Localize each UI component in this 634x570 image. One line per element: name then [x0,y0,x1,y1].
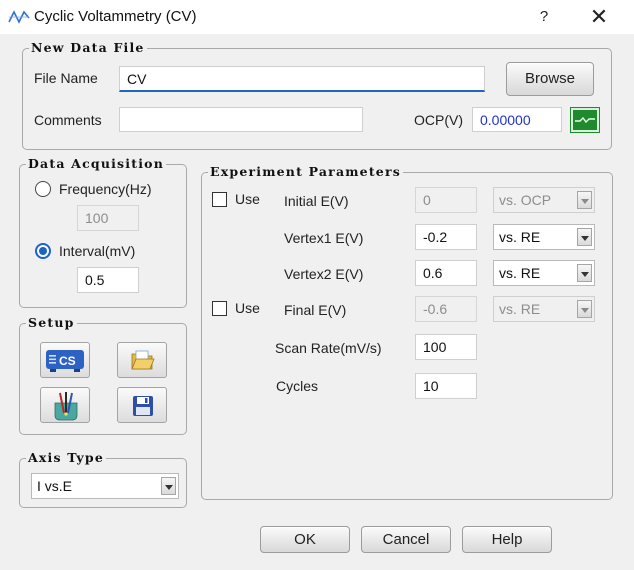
title-bar: Cyclic Voltammetry (CV) ? ✕ [0,0,634,34]
data-acquisition-group: Data Acquisition Frequency(Hz) Interval(… [19,156,187,308]
comments-input[interactable] [119,107,363,132]
vertex1-ref-select[interactable]: vs. RE [493,224,595,250]
vertex1-label: Vertex1 E(V) [284,230,364,246]
final-e-ref-select[interactable]: vs. RE [493,296,595,322]
initial-e-input[interactable] [415,187,477,213]
initial-e-use-checkbox[interactable] [212,192,227,207]
initial-e-use-label: Use [235,191,260,207]
axis-type-legend: Axis Type [26,450,106,466]
chevron-down-icon [577,228,592,246]
cs-device-button[interactable]: CS [40,342,90,378]
vertex1-ref-value: vs. RE [499,229,541,245]
browse-button[interactable]: Browse [506,62,594,96]
save-disk-icon [133,396,153,416]
setup-legend: Setup [26,315,77,331]
experiment-parameters-legend: Experiment Parameters [208,164,403,180]
final-e-input[interactable] [415,296,477,322]
help-title-button[interactable]: ? [530,6,558,28]
scan-rate-label: Scan Rate(mV/s) [275,340,382,356]
cycles-label: Cycles [276,378,319,394]
cv-wave-icon [8,10,30,24]
data-acquisition-legend: Data Acquisition [26,156,166,172]
folder-open-icon [131,350,155,370]
chevron-down-icon [577,264,592,282]
open-file-button[interactable] [117,342,167,378]
final-e-use-label: Use [235,300,260,316]
axis-type-select[interactable]: I vs.E [31,473,179,499]
save-setup-button[interactable] [117,387,167,423]
file-name-label: File Name [34,70,98,86]
initial-e-label: Initial E(V) [284,193,349,209]
final-e-use-checkbox[interactable] [212,301,227,316]
comments-label: Comments [34,112,102,128]
vertex1-input[interactable] [415,224,477,250]
frequency-radio[interactable] [35,181,51,197]
setup-group: Setup CS [19,315,187,435]
chevron-down-icon [577,300,592,318]
vertex2-label: Vertex2 E(V) [284,266,364,282]
new-data-file-legend: New Data File [29,40,147,56]
ok-button[interactable]: OK [260,526,350,553]
axis-type-group: Axis Type I vs.E [19,450,187,508]
cs-label: CS [59,354,76,368]
cancel-button[interactable]: Cancel [361,526,451,553]
interval-input[interactable] [77,267,139,293]
vertex2-ref-value: vs. RE [499,265,541,281]
interval-label: Interval(mV) [59,243,136,259]
close-button[interactable]: ✕ [582,5,616,29]
frequency-label: Frequency(Hz) [59,181,152,197]
chevron-down-icon [577,191,592,209]
axis-type-value: I vs.E [37,478,73,494]
initial-e-ref-value: vs. OCP [499,192,552,208]
initial-e-ref-select[interactable]: vs. OCP [493,187,595,213]
final-e-label: Final E(V) [284,302,347,318]
ocp-value-field[interactable] [472,107,562,132]
scan-rate-input[interactable] [415,334,477,360]
experiment-parameters-group: Experiment Parameters Use Initial E(V) v… [201,164,613,500]
vertex2-ref-select[interactable]: vs. RE [493,260,595,286]
ocp-label: OCP(V) [414,112,463,128]
electrode-setup-button[interactable] [40,387,90,423]
file-name-input[interactable] [119,66,485,92]
vertex2-input[interactable] [415,260,477,286]
new-data-file-group: New Data File File Name Browse Comments … [22,40,612,150]
ocp-graph-icon[interactable] [570,107,600,133]
window-title: Cyclic Voltammetry (CV) [34,8,197,25]
final-e-ref-value: vs. RE [499,301,541,317]
frequency-input[interactable] [77,205,139,231]
electrode-icon [54,392,78,421]
interval-radio[interactable] [35,243,51,259]
cycles-input[interactable] [415,373,477,399]
cs-device-icon: CS [46,350,84,372]
help-button[interactable]: Help [462,526,552,553]
chevron-down-icon [161,477,176,495]
